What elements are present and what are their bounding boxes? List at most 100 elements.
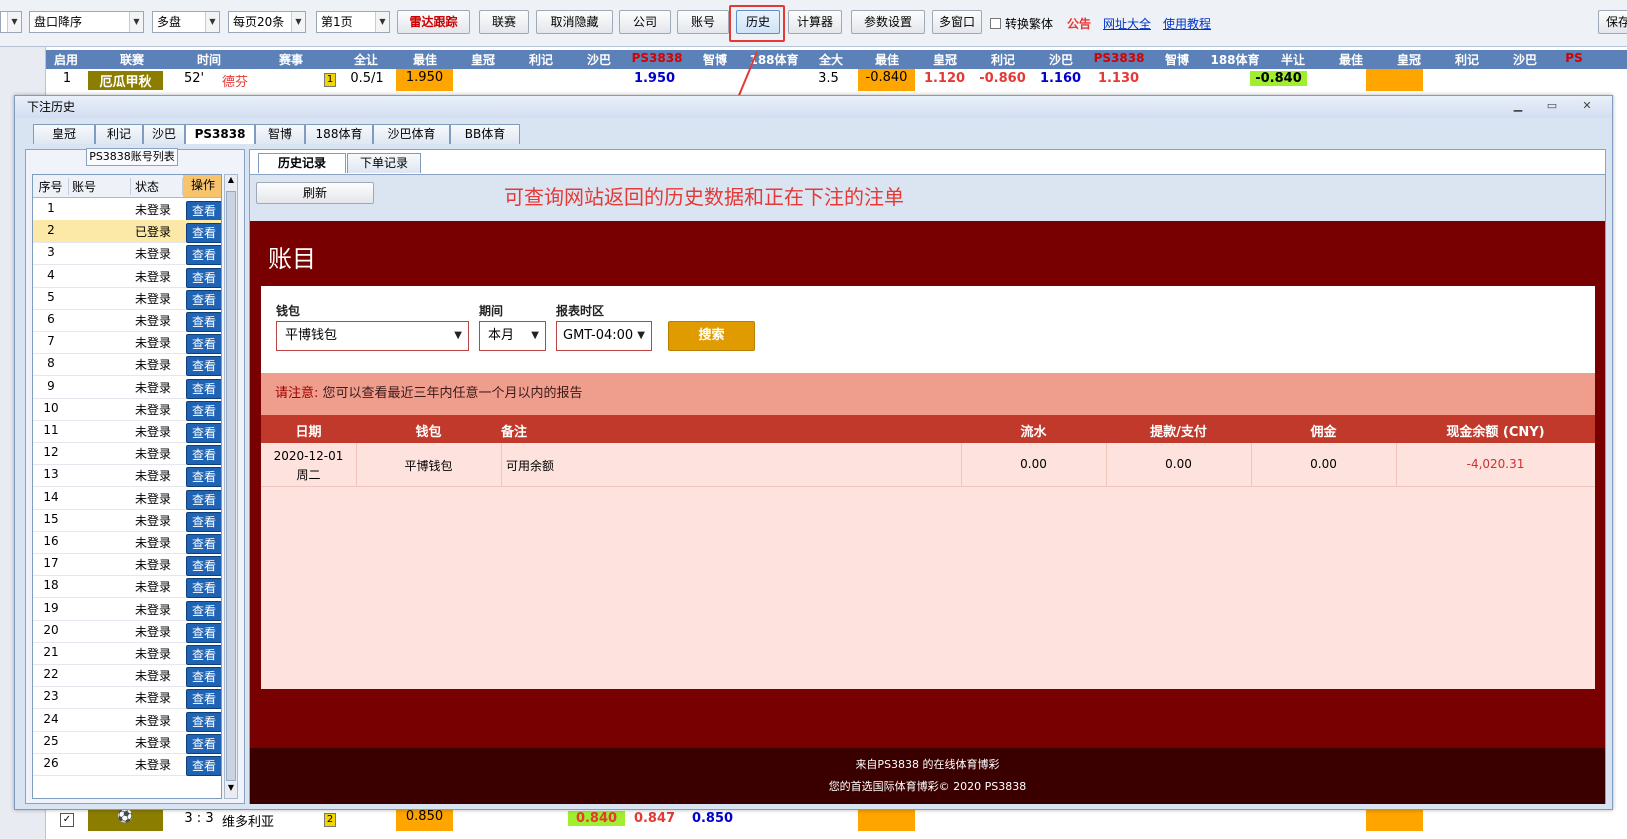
tab-bookmaker[interactable]: 沙巴 xyxy=(143,124,185,144)
tab-order-records[interactable]: 下单记录 xyxy=(347,153,421,173)
crown-odds-cell[interactable]: 1.120 xyxy=(916,71,973,86)
view-button[interactable]: 查看 xyxy=(186,667,221,688)
best-odds-cell[interactable]: 0.850 xyxy=(396,809,453,831)
tab-bookmaker[interactable]: 皇冠 xyxy=(33,124,95,144)
account-button[interactable]: 账号 xyxy=(677,10,729,34)
grid-column-header[interactable]: 沙巴 xyxy=(1032,51,1090,68)
tutorial-link[interactable]: 使用教程 xyxy=(1163,15,1211,32)
history-button[interactable]: 历史 xyxy=(736,10,780,34)
grid-column-header[interactable]: 联赛 xyxy=(92,51,172,68)
scrollbar-thumb[interactable] xyxy=(226,191,236,781)
list-item[interactable]: 25 未登录 查看 xyxy=(33,731,221,754)
best-odds-cell[interactable] xyxy=(858,809,915,831)
unhide-button[interactable]: 取消隐藏 xyxy=(536,10,613,34)
view-button[interactable]: 查看 xyxy=(186,578,221,599)
view-button[interactable]: 查看 xyxy=(186,511,221,532)
odds-cell[interactable]: 0.850 xyxy=(684,811,741,826)
view-button[interactable]: 查看 xyxy=(186,400,221,421)
view-button[interactable]: 查看 xyxy=(186,467,221,488)
view-button[interactable]: 查看 xyxy=(186,245,221,266)
grid-column-header[interactable]: 皇冠 xyxy=(454,51,512,68)
grid-column-header[interactable]: 利记 xyxy=(512,51,570,68)
list-item[interactable]: 8 未登录 查看 xyxy=(33,353,221,377)
lj-odds-cell[interactable]: -0.860 xyxy=(974,71,1031,86)
ps-odds-cell[interactable]: 1.950 xyxy=(626,71,683,86)
list-item[interactable]: 22 未登录 查看 xyxy=(33,664,221,688)
list-item[interactable]: 18 未登录 查看 xyxy=(33,575,221,599)
list-item[interactable]: 17 未登录 查看 xyxy=(33,553,221,577)
checkbox[interactable]: ✓ xyxy=(60,813,74,827)
scrollbar[interactable]: ▲ ▼ xyxy=(224,174,238,799)
company-button[interactable]: 公司 xyxy=(619,10,671,34)
scroll-up-icon[interactable]: ▲ xyxy=(225,175,237,189)
view-button[interactable]: 查看 xyxy=(186,645,221,665)
market-select[interactable]: 多盘 ▼ xyxy=(152,11,220,33)
list-item[interactable]: 13 未登录 查看 xyxy=(33,464,221,488)
grid-column-header[interactable]: PS xyxy=(1554,51,1594,65)
league-button[interactable]: 联赛 xyxy=(479,10,529,34)
view-button[interactable]: 查看 xyxy=(186,622,221,643)
view-button[interactable]: 查看 xyxy=(186,689,221,710)
odds-cell[interactable]: 0.840 xyxy=(568,811,625,826)
calculator-button[interactable]: 计算器 xyxy=(788,10,842,34)
grid-column-header[interactable]: 沙巴 xyxy=(570,51,628,68)
grid-column-header[interactable]: 皇冠 xyxy=(916,51,974,68)
view-button[interactable]: 查看 xyxy=(186,489,221,510)
grid-column-header[interactable]: 最佳 xyxy=(396,51,454,68)
table-row[interactable]: ✓ ⚽ 3 : 3 维多利亚 2 0.850 0.840 0.847 0.850 xyxy=(46,809,1627,831)
list-item[interactable]: 7 未登录 查看 xyxy=(33,331,221,355)
list-item[interactable]: 15 未登录 查看 xyxy=(33,509,221,532)
view-button[interactable]: 查看 xyxy=(186,556,221,577)
settings-button[interactable]: 参数设置 xyxy=(851,10,925,34)
search-button[interactable]: 搜索 xyxy=(668,321,755,351)
list-item[interactable]: 21 未登录 查看 xyxy=(33,642,221,665)
tab-bookmaker[interactable]: 智博 xyxy=(255,124,305,144)
list-item[interactable]: 16 未登录 查看 xyxy=(33,531,221,554)
view-button[interactable]: 查看 xyxy=(186,600,221,621)
list-item[interactable]: 6 未登录 查看 xyxy=(33,309,221,332)
refresh-button[interactable]: 刷新 xyxy=(256,182,374,204)
view-button[interactable]: 查看 xyxy=(186,423,221,443)
view-button[interactable]: 查看 xyxy=(186,267,221,288)
wallet-select[interactable]: 平博钱包 ▼ xyxy=(276,321,469,351)
best-odds-cell[interactable] xyxy=(1366,69,1423,91)
list-item[interactable]: 12 未登录 查看 xyxy=(33,442,221,466)
grid-column-header[interactable]: PS3838 xyxy=(1090,51,1148,65)
tab-bookmaker[interactable]: 188体育 xyxy=(305,124,373,144)
radar-button[interactable]: 雷达跟踪 xyxy=(397,10,470,34)
grid-column-header[interactable]: 188体育 xyxy=(1206,51,1264,68)
grid-column-header[interactable]: 智博 xyxy=(1148,51,1206,68)
tab-bookmaker[interactable]: 沙巴体育 xyxy=(373,124,450,144)
grid-column-header[interactable]: 启用 xyxy=(46,51,86,68)
view-button[interactable]: 查看 xyxy=(186,378,221,399)
list-item[interactable]: 14 未登录 查看 xyxy=(33,487,221,510)
view-button[interactable]: 查看 xyxy=(186,756,221,776)
list-item[interactable]: 4 未登录 查看 xyxy=(33,265,221,288)
grid-column-header[interactable]: 赛事 xyxy=(246,51,336,68)
list-item[interactable]: 24 未登录 查看 xyxy=(33,709,221,732)
list-item[interactable]: 9 未登录 查看 xyxy=(33,376,221,399)
view-button[interactable]: 查看 xyxy=(186,711,221,732)
grid-column-header[interactable]: 沙巴 xyxy=(1496,51,1554,68)
view-button[interactable]: 查看 xyxy=(186,312,221,332)
grid-column-header[interactable]: 全让 xyxy=(336,51,396,68)
grid-column-header[interactable]: 时间 xyxy=(172,51,246,68)
grid-column-header[interactable]: 皇冠 xyxy=(1380,51,1438,68)
page-select[interactable]: 第1页 ▼ xyxy=(316,11,390,33)
view-button[interactable]: 查看 xyxy=(186,534,221,554)
view-button[interactable]: 查看 xyxy=(186,289,221,310)
grid-column-header[interactable]: 利记 xyxy=(1438,51,1496,68)
list-item[interactable]: 26 未登录 查看 xyxy=(33,753,221,776)
list-item[interactable]: 1 未登录 查看 xyxy=(33,198,221,221)
maximize-icon[interactable]: ▭ xyxy=(1540,98,1564,114)
grid-column-header[interactable]: 全大 xyxy=(804,51,858,68)
checkbox[interactable] xyxy=(990,18,1001,29)
scroll-down-icon[interactable]: ▼ xyxy=(225,783,237,797)
multiwindow-button[interactable]: 多窗口 xyxy=(932,10,982,34)
view-button[interactable]: 查看 xyxy=(186,223,221,244)
best-odds-cell[interactable]: -0.840 xyxy=(1250,71,1307,86)
view-button[interactable]: 查看 xyxy=(186,356,221,377)
sites-link[interactable]: 网址大全 xyxy=(1103,15,1151,32)
page-size-select[interactable]: 每页20条 ▼ xyxy=(228,11,306,33)
list-item[interactable]: 3 未登录 查看 xyxy=(33,242,221,266)
